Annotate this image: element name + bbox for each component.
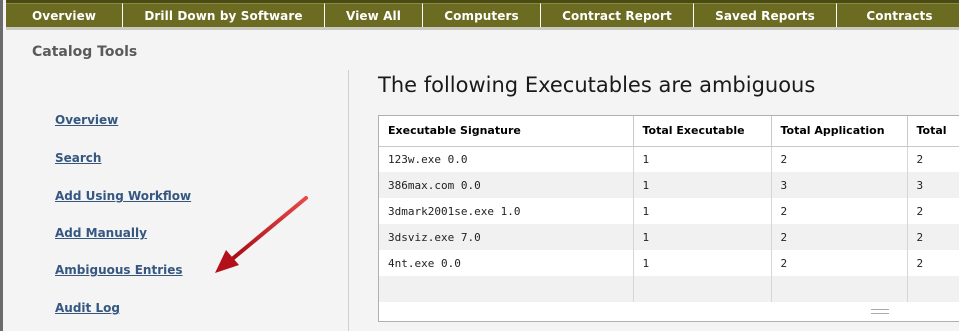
cell-total-application: 3 (771, 172, 908, 198)
sidebar-link-overview[interactable]: Overview (55, 113, 118, 127)
top-navigation-bar: Overview Drill Down by Software View All… (6, 0, 959, 30)
cell-total-application: 2 (771, 224, 908, 250)
cell-total-executable: 1 (633, 172, 772, 198)
cell-total: 2 (907, 198, 959, 224)
sidebar-link-add-manually[interactable]: Add Manually (55, 226, 147, 240)
resize-grip[interactable] (871, 309, 889, 314)
sidebar-title: Catalog Tools (32, 44, 138, 60)
cell-total-executable: 1 (633, 198, 772, 224)
cell-total-executable: 1 (633, 250, 772, 276)
page-title: The following Executables are ambiguous (378, 73, 816, 97)
app-frame: Overview Drill Down by Software View All… (0, 0, 959, 331)
cell-total-application: 2 (771, 146, 908, 172)
table-row[interactable]: 3dsviz.exe 7.0 1 2 2 (379, 224, 959, 250)
cell-total-executable: 1 (633, 146, 772, 172)
table-row[interactable]: 3dmark2001se.exe 1.0 1 2 2 (379, 198, 959, 224)
sidebar-link-add-using-workflow[interactable]: Add Using Workflow (55, 189, 191, 203)
cell-signature: 386max.com 0.0 (379, 172, 634, 198)
cell-total: 2 (907, 250, 959, 276)
cell-total: 2 (907, 146, 959, 172)
tab-overview[interactable]: Overview (6, 3, 123, 27)
column-header-total-executable[interactable]: Total Executable (633, 116, 772, 147)
tab-drill-down-by-software[interactable]: Drill Down by Software (123, 3, 325, 27)
sidebar-link-search[interactable]: Search (55, 151, 101, 165)
cell-total-application: 2 (771, 250, 908, 276)
column-header-total-application[interactable]: Total Application (771, 116, 908, 147)
cell-signature: 3dsviz.exe 7.0 (379, 224, 634, 250)
cell-signature: 123w.exe 0.0 (379, 146, 634, 172)
table-row-partial (379, 276, 959, 302)
vertical-divider (348, 70, 349, 331)
annotation-arrow-icon (215, 196, 308, 273)
tab-view-all[interactable]: View All (325, 3, 423, 27)
cell-total-executable: 1 (633, 224, 772, 250)
tab-computers[interactable]: Computers (423, 3, 541, 27)
cell-total-application: 2 (771, 198, 908, 224)
sidebar-link-audit-log[interactable]: Audit Log (55, 301, 120, 315)
tab-saved-reports[interactable]: Saved Reports (694, 3, 837, 27)
tab-contract-report[interactable]: Contract Report (541, 3, 694, 27)
column-header-total[interactable]: Total (907, 116, 959, 147)
cell-total: 3 (907, 172, 959, 198)
table-row[interactable]: 4nt.exe 0.0 1 2 2 (379, 250, 959, 276)
sidebar-link-ambiguous-entries[interactable]: Ambiguous Entries (55, 263, 183, 277)
table-header-row: Executable Signature Total Executable To… (379, 116, 959, 147)
ambiguous-executables-table: Executable Signature Total Executable To… (378, 115, 959, 322)
table-row[interactable]: 386max.com 0.0 1 3 3 (379, 172, 959, 198)
cell-signature: 3dmark2001se.exe 1.0 (379, 198, 634, 224)
column-header-executable-signature[interactable]: Executable Signature (379, 116, 634, 147)
tab-contracts[interactable]: Contracts (837, 3, 959, 27)
table-row[interactable]: 123w.exe 0.0 1 2 2 (379, 146, 959, 172)
cell-total: 2 (907, 224, 959, 250)
cell-signature: 4nt.exe 0.0 (379, 250, 634, 276)
